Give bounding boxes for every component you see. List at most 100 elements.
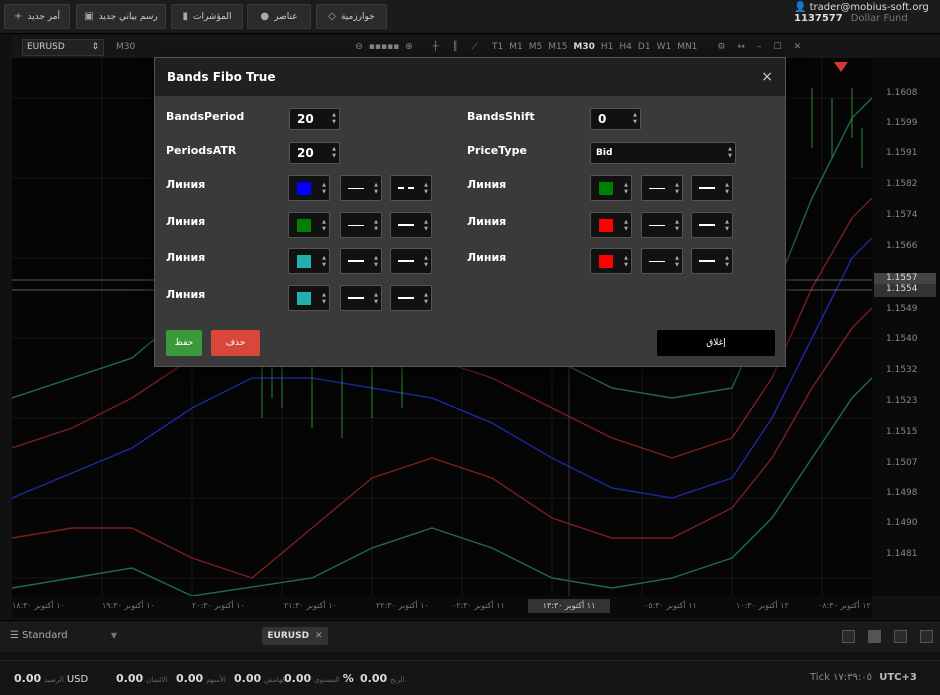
timeframe-d1[interactable]: D1 [638, 42, 651, 52]
spinner-icon: ▲ ▼ [424, 182, 428, 195]
spinner-icon: ▲ ▼ [725, 182, 729, 195]
line-style-select[interactable]: ▲ ▼ [691, 175, 733, 201]
bands-period-input[interactable]: 20 ▲ ▼ [289, 108, 340, 130]
timeframe-h4[interactable]: H4 [619, 42, 632, 52]
indicator-settings-dialog: Bands Fibo True × BandsPeriod 20 ▲ ▼ Peri… [154, 57, 786, 367]
line-color-picker[interactable]: ▲ ▼ [590, 212, 632, 238]
margin-value: 0.00 [234, 672, 262, 685]
free-margin-stat: 0.00 المستوى% [284, 672, 354, 685]
line-width-select[interactable]: ▲ ▼ [340, 248, 382, 274]
zoom-out-icon[interactable]: ⊖ [355, 42, 363, 52]
spinner-icon: ▲ ▼ [624, 182, 628, 195]
close-tab-icon[interactable]: ✕ [315, 631, 323, 641]
spinner-icon[interactable]: ▲ ▼ [633, 112, 637, 126]
color-swatch-blue [297, 182, 311, 195]
line-width-select[interactable]: ▲ ▼ [340, 285, 382, 311]
indicators-button[interactable]: ▮ المؤشرات [171, 4, 243, 29]
spinner-icon: ▲ ▼ [675, 182, 679, 195]
dialog-header[interactable]: Bands Fibo True × [155, 58, 785, 96]
timeframe-m5[interactable]: M5 [529, 42, 543, 52]
bands-shift-input[interactable]: 0 ▲ ▼ [590, 108, 641, 130]
minimize-icon[interactable]: – [757, 42, 762, 52]
periods-atr-input[interactable]: 20 ▲ ▼ [289, 142, 340, 164]
price-axis[interactable]: 1.1608 1.1599 1.1591 1.1582 1.1574 1.156… [872, 58, 940, 596]
crosshair-icon[interactable]: ┼ [433, 42, 438, 52]
line-width-select[interactable]: ▲ ▼ [340, 212, 382, 238]
line-style-select[interactable]: ▲ ▼ [390, 285, 432, 311]
line-width-select[interactable]: ▲ ▼ [641, 248, 683, 274]
line-color-picker[interactable]: ▲ ▼ [288, 248, 330, 274]
line-color-picker[interactable]: ▲ ▼ [288, 285, 330, 311]
line-color-picker[interactable]: ▲ ▼ [288, 212, 330, 238]
line-style-select[interactable]: ▲ ▼ [691, 212, 733, 238]
layout-grid-icon[interactable] [868, 630, 881, 643]
settings-icon[interactable]: ⚙ [717, 42, 725, 52]
spinner-icon: ▲ ▼ [374, 292, 378, 305]
time-label: ١١ أكتوبر ٠٢:٣٠ [452, 601, 505, 610]
line-color-picker[interactable]: ▲ ▼ [590, 175, 632, 201]
line-style-solid [649, 225, 665, 226]
line-style-solid [649, 261, 665, 262]
line-style-thick [398, 224, 414, 226]
bands-period-label: BandsPeriod [166, 110, 245, 123]
periods-atr-label: PeriodsATR [166, 144, 237, 157]
timeframe-m1[interactable]: M1 [509, 42, 523, 52]
layout-columns-icon[interactable] [894, 630, 907, 643]
sell-arrow-icon [834, 62, 848, 72]
close-button[interactable]: إغلاق [657, 330, 775, 356]
layout-single-icon[interactable] [842, 630, 855, 643]
profit-label: الربح [390, 676, 405, 684]
line-style-select[interactable]: ▲ ▼ [390, 248, 432, 274]
maximize-icon[interactable]: ☐ [774, 42, 782, 52]
line-tool-icon[interactable]: ⟋ [472, 42, 478, 52]
tab-eurusd[interactable]: EURUSD ✕ [262, 627, 328, 645]
line-width-select[interactable]: ▲ ▼ [340, 175, 382, 201]
spinner-icon: ▲ ▼ [322, 182, 326, 195]
time-label: ١٠ أكتوبر ١٩:٣٠ [102, 601, 155, 610]
layout-rows-icon[interactable] [920, 630, 933, 643]
delete-button[interactable]: حذف [211, 330, 260, 356]
zoom-in-icon[interactable]: ⊕ [405, 42, 413, 52]
line-style-select[interactable]: ▲ ▼ [390, 212, 432, 238]
line-style-thick [699, 187, 715, 189]
timeframe-t1[interactable]: T1 [492, 42, 503, 52]
timeframe-h1[interactable]: H1 [601, 42, 614, 52]
symbol-select[interactable]: EURUSD ⇕ [22, 38, 104, 56]
price-type-select[interactable]: Bid ▲ ▼ [590, 142, 736, 164]
symbol-label: EURUSD [27, 42, 65, 52]
close-icon[interactable]: × [761, 69, 773, 85]
time-axis[interactable]: ١٠ أكتوبر ١٨:٣٠ ١٠ أكتوبر ١٩:٣٠ ١٠ أكتوب… [12, 596, 872, 618]
timeframe-list: T1 M1 M5 M15 M30 H1 H4 D1 W1 MN1 [492, 42, 697, 52]
timezone-label[interactable]: UTC+3 [879, 672, 917, 683]
line-style-dash [398, 187, 414, 189]
account-number: 1137577 Dollar Fund [794, 13, 934, 24]
account-info[interactable]: 👤 trader@mobius-soft.org 1137577 Dollar F… [794, 2, 934, 24]
line-style-select[interactable]: ▲ ▼ [390, 175, 432, 201]
spinner-icon[interactable]: ▲ ▼ [332, 112, 336, 126]
line-width-select[interactable]: ▲ ▼ [641, 212, 683, 238]
workspace-select[interactable]: ☰ Standard ▼ [10, 630, 117, 641]
new-chart-button[interactable]: ▣ رسم بياني جديد [76, 4, 166, 29]
spinner-icon[interactable]: ▲ ▼ [332, 146, 336, 160]
new-order-button[interactable]: + أمر جديد [4, 4, 70, 29]
price-label: 1.1599 [886, 118, 918, 128]
line-style-select[interactable]: ▲ ▼ [691, 248, 733, 274]
line-color-picker[interactable]: ▲ ▼ [590, 248, 632, 274]
timeframe-w1[interactable]: W1 [657, 42, 672, 52]
line-style-thick [348, 260, 364, 262]
save-button[interactable]: حفظ [166, 330, 202, 356]
time-label: ١٢ أكتوبر ٠٨:٣٠ [818, 601, 871, 610]
fit-icon[interactable]: ↔ [738, 42, 746, 52]
zoom-slider[interactable]: ▪▪▪▪▪ [369, 42, 400, 52]
timeframe-m15[interactable]: M15 [548, 42, 567, 52]
elements-button[interactable]: ● عناصر [247, 4, 311, 29]
timeframe-mn1[interactable]: MN1 [677, 42, 697, 52]
line-color-picker[interactable]: ▲ ▼ [288, 175, 330, 201]
candles-icon[interactable]: ║ [452, 42, 457, 52]
diamond-icon: ◇ [328, 11, 336, 22]
profit-value: 0.00 [360, 672, 388, 685]
timeframe-m30[interactable]: M30 [573, 42, 594, 52]
algorithm-button[interactable]: ◇ خوارزمية [316, 4, 387, 29]
line-width-select[interactable]: ▲ ▼ [641, 175, 683, 201]
close-chart-icon[interactable]: ✕ [794, 42, 802, 52]
